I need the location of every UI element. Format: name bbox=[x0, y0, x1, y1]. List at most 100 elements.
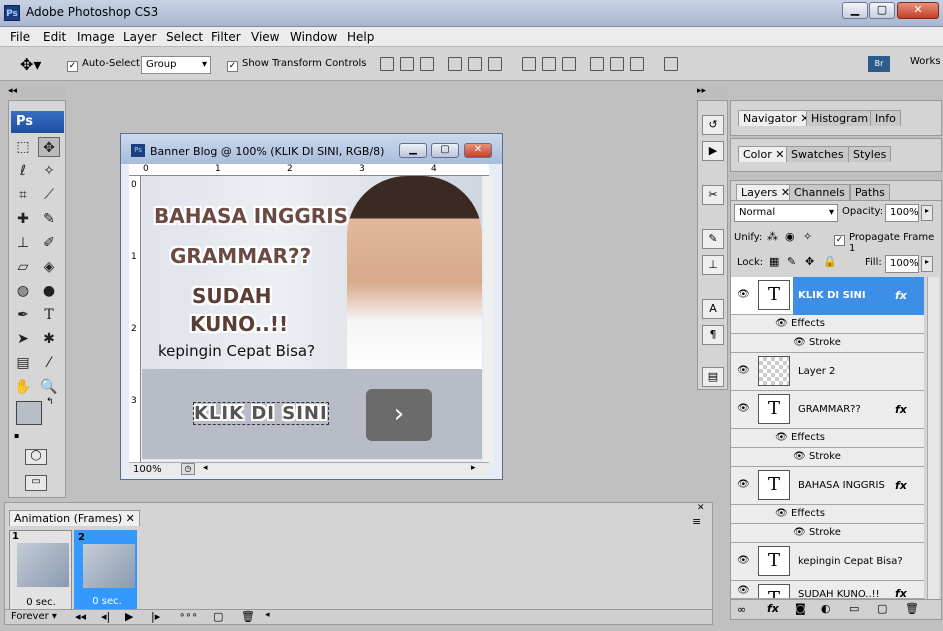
visibility-eye-icon[interactable]: 👁 bbox=[737, 403, 750, 414]
adjustment-layer-icon[interactable]: ◐ bbox=[821, 602, 831, 615]
next-frame-icon[interactable]: |▸ bbox=[151, 610, 160, 623]
document-minimize-button[interactable]: ▁ bbox=[399, 143, 427, 158]
workspace-label[interactable]: Works bbox=[910, 56, 941, 67]
layer-name[interactable]: BAHASA INGGRIS bbox=[798, 480, 885, 491]
scroll-right-icon[interactable]: ▸ bbox=[471, 463, 476, 473]
menu-edit[interactable]: Edit bbox=[43, 30, 66, 44]
tab-channels[interactable]: Channels bbox=[789, 184, 850, 200]
effects-eye-icon[interactable]: 👁 bbox=[775, 432, 788, 443]
paragraph-panel-icon[interactable]: ¶ bbox=[702, 325, 724, 345]
bridge-icon[interactable]: Br bbox=[868, 56, 890, 72]
tab-info[interactable]: Info bbox=[870, 110, 901, 126]
stroke-eye-icon[interactable]: 👁 bbox=[793, 527, 806, 538]
lock-position-icon[interactable]: ✥ bbox=[805, 255, 814, 268]
fill-arrow-icon[interactable]: ▸ bbox=[921, 256, 933, 272]
scroll-left-icon[interactable]: ◂ bbox=[265, 610, 270, 620]
opacity-arrow-icon[interactable]: ▸ bbox=[921, 205, 933, 221]
eyedropper-icon[interactable]: ⁄ bbox=[38, 353, 60, 373]
visibility-eye-icon[interactable]: 👁 bbox=[737, 289, 750, 300]
layer-stroke-row[interactable]: 👁 Stroke bbox=[731, 448, 924, 467]
menu-window[interactable]: Window bbox=[290, 30, 337, 44]
maximize-button[interactable]: ▢ bbox=[869, 2, 895, 19]
visibility-eye-icon[interactable]: 👁 bbox=[737, 555, 750, 566]
layer-row[interactable]: 👁 T kepingin Cepat Bisa? bbox=[731, 543, 924, 581]
document-canvas[interactable]: BAHASA INGGRIS GRAMMAR?? SUDAH KUNO..!! … bbox=[142, 176, 482, 459]
dock-header[interactable]: ▸▸ bbox=[697, 86, 728, 98]
frame-duration[interactable]: 0 sec. bbox=[76, 596, 138, 607]
effects-eye-icon[interactable]: 👁 bbox=[775, 318, 788, 329]
menu-select[interactable]: Select bbox=[166, 30, 203, 44]
effects-eye-icon[interactable]: 👁 bbox=[775, 508, 788, 519]
slice-tool-icon[interactable]: ⟋ bbox=[38, 185, 60, 205]
stroke-eye-icon[interactable]: 👁 bbox=[793, 451, 806, 462]
menu-view[interactable]: View bbox=[251, 30, 279, 44]
tab-layers[interactable]: Layers ✕ bbox=[736, 184, 796, 200]
tab-styles[interactable]: Styles bbox=[848, 146, 892, 162]
crop-tool-icon[interactable]: ⌗ bbox=[12, 185, 34, 205]
stroke-eye-icon[interactable]: 👁 bbox=[793, 337, 806, 348]
align-hcenter-icon[interactable] bbox=[468, 57, 482, 71]
tab-paths[interactable]: Paths bbox=[850, 184, 890, 200]
foreground-color-swatch[interactable] bbox=[16, 401, 42, 425]
lock-pixels-icon[interactable]: ✎ bbox=[787, 255, 796, 268]
document-close-button[interactable]: ✕ bbox=[464, 143, 492, 158]
tween-icon[interactable]: ∘∘∘ bbox=[179, 610, 198, 621]
layer-effects-row[interactable]: 👁 Effects bbox=[731, 505, 924, 524]
layer-comps-icon[interactable]: ▤ bbox=[702, 367, 724, 387]
notes-tool-icon[interactable]: ▤ bbox=[12, 353, 34, 373]
delete-frame-icon[interactable]: 🗑 bbox=[241, 610, 255, 623]
distribute-hcenter-icon[interactable] bbox=[610, 57, 624, 71]
unify-visibility-icon[interactable]: ◉ bbox=[785, 230, 795, 243]
distribute-left-icon[interactable] bbox=[590, 57, 604, 71]
layer-fx-icon[interactable]: fx bbox=[895, 479, 907, 492]
healing-brush-icon[interactable]: ✚ bbox=[12, 209, 34, 229]
blur-tool-icon[interactable]: ◍ bbox=[12, 281, 34, 301]
align-left-icon[interactable] bbox=[448, 57, 462, 71]
link-layers-icon[interactable]: ∞ bbox=[737, 603, 746, 616]
marquee-tool-icon[interactable]: ⬚ bbox=[12, 137, 34, 157]
layer-name[interactable]: kepingin Cepat Bisa? bbox=[798, 556, 903, 567]
menu-layer[interactable]: Layer bbox=[123, 30, 156, 44]
pen-tool-icon[interactable]: ✒ bbox=[12, 305, 34, 325]
align-vcenter-icon[interactable] bbox=[400, 57, 414, 71]
screen-mode-icon[interactable]: ▭ bbox=[25, 475, 47, 491]
layer-effects-row[interactable]: 👁 Effects bbox=[731, 429, 924, 448]
layer-name[interactable]: KLIK DI SINI bbox=[798, 290, 866, 301]
layer-fx-icon[interactable]: fx bbox=[895, 587, 907, 598]
custom-shape-icon[interactable]: ✱ bbox=[38, 329, 60, 349]
menu-help[interactable]: Help bbox=[347, 30, 374, 44]
menu-filter[interactable]: Filter bbox=[211, 30, 241, 44]
layer-row[interactable]: 👁 T SUDAH KUNO..!! fx bbox=[731, 581, 924, 599]
align-bottom-icon[interactable] bbox=[420, 57, 434, 71]
visibility-eye-icon[interactable]: 👁 bbox=[737, 479, 750, 490]
magic-wand-icon[interactable]: ✧ bbox=[38, 161, 60, 181]
tab-navigator[interactable]: Navigator ✕ bbox=[738, 110, 815, 126]
menu-image[interactable]: Image bbox=[77, 30, 115, 44]
path-selection-icon[interactable]: ➤ bbox=[12, 329, 34, 349]
add-layer-style-icon[interactable]: fx bbox=[767, 602, 779, 615]
layer-fx-icon[interactable]: fx bbox=[895, 403, 907, 416]
auto-select-dropdown[interactable]: Group ▾ bbox=[141, 56, 211, 74]
align-right-icon[interactable] bbox=[488, 57, 502, 71]
layer-row[interactable]: 👁 T GRAMMAR?? fx bbox=[731, 391, 924, 429]
unify-position-icon[interactable]: ⁂ bbox=[767, 230, 778, 243]
clone-source-icon[interactable]: ⊥ bbox=[702, 255, 724, 275]
character-panel-icon[interactable]: A bbox=[702, 299, 724, 319]
paint-bucket-icon[interactable]: ◈ bbox=[38, 257, 60, 277]
scroll-left-icon[interactable]: ◂ bbox=[203, 463, 208, 473]
previous-frame-icon[interactable]: ◂| bbox=[101, 610, 110, 623]
document-maximize-button[interactable]: ▢ bbox=[431, 143, 459, 158]
layers-scrollbar[interactable] bbox=[927, 277, 939, 599]
loop-dropdown[interactable]: Forever ▾ bbox=[11, 611, 57, 622]
actions-panel-icon[interactable]: ▶ bbox=[702, 141, 724, 161]
fill-input[interactable]: 100% bbox=[885, 255, 919, 273]
distribute-top-icon[interactable] bbox=[522, 57, 536, 71]
zoom-tool-icon[interactable]: 🔍 bbox=[38, 377, 60, 397]
blend-mode-dropdown[interactable]: Normal ▾ bbox=[734, 204, 838, 222]
tab-swatches[interactable]: Swatches bbox=[786, 146, 849, 162]
new-group-icon[interactable]: ▭ bbox=[849, 602, 859, 615]
tab-histogram[interactable]: Histogram bbox=[806, 110, 874, 126]
minimize-button[interactable]: ▁ bbox=[842, 2, 868, 19]
visibility-eye-icon[interactable]: 👁 bbox=[737, 365, 750, 376]
propagate-frame-checkbox[interactable]: ✓ bbox=[834, 232, 845, 246]
